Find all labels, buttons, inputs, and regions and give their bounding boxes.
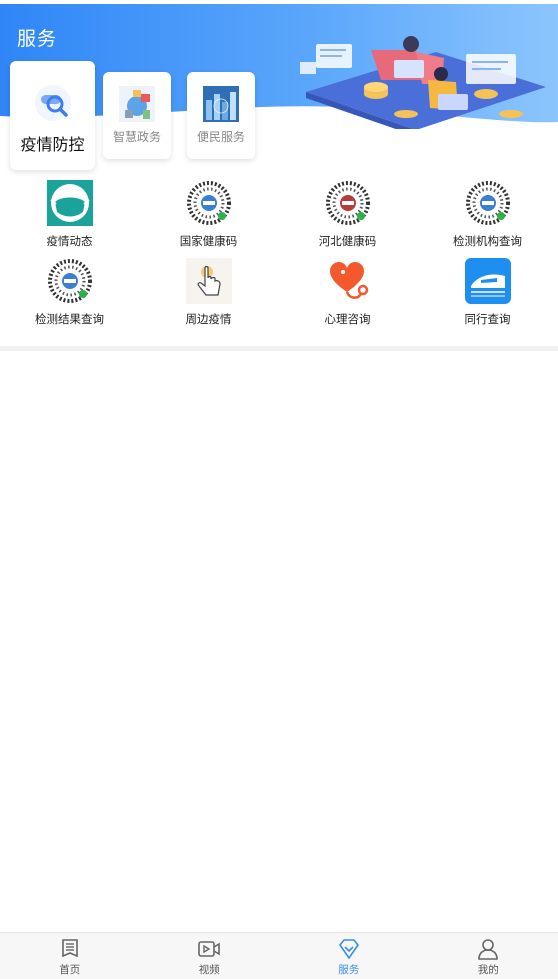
heart-stethoscope-icon [325,258,371,304]
tab-service[interactable]: 服务 [279,933,419,979]
tab-label: 首页 [59,962,80,977]
service-item-hebei-health-code[interactable]: 河北健康码 [278,180,417,249]
city-illustration-icon [203,86,239,122]
category-label: 疫情防控 [20,131,84,155]
user-icon [477,938,499,960]
service-label: 疫情动态 [47,233,93,249]
magnifier-icon [33,83,73,123]
service-item-co-travel[interactable]: 同行查询 [418,258,557,327]
category-label: 便民服务 [197,128,245,145]
service-label: 检测结果查询 [35,311,104,327]
section-divider [0,346,558,351]
train-icon [465,258,511,304]
service-item-nearby-epidemic[interactable]: 周边疫情 [139,258,278,327]
service-label: 周边疫情 [186,311,232,327]
service-item-test-result[interactable]: 检测结果查询 [0,258,139,327]
service-item-counseling[interactable]: 心理咨询 [278,258,417,327]
mini-program-code-icon [465,180,511,226]
tab-home[interactable]: 首页 [0,933,140,979]
service-label: 国家健康码 [180,233,238,249]
service-label: 河北健康码 [319,233,377,249]
tab-label: 服务 [338,962,359,977]
service-item-epidemic-news[interactable]: 疫情动态 [0,180,139,249]
office-illustration [296,32,558,129]
mask-icon [47,180,93,226]
video-icon [198,938,220,960]
category-card-epidemic[interactable]: 疫情防控 [10,61,95,170]
category-card-gov[interactable]: 智慧政务 [103,72,171,159]
hand-pointer-icon [186,258,232,304]
service-label: 心理咨询 [325,311,371,327]
gov-illustration-icon [119,86,155,122]
bottom-tab-bar: 首页 视频 服务 我的 [0,932,558,979]
tab-video[interactable]: 视频 [140,933,280,979]
mini-program-code-icon [47,258,93,304]
tab-mine[interactable]: 我的 [419,933,558,979]
service-label: 同行查询 [465,311,511,327]
page-title: 服务 [17,24,57,51]
category-label: 智慧政务 [113,128,161,145]
document-icon [59,938,81,960]
mini-program-code-icon [186,180,232,226]
mini-program-code-icon [325,180,371,226]
tab-label: 视频 [199,962,220,977]
tab-label: 我的 [478,962,499,977]
category-card-convenience[interactable]: 便民服务 [187,72,255,159]
service-item-national-health-code[interactable]: 国家健康码 [139,180,278,249]
service-item-testing-institution[interactable]: 检测机构查询 [418,180,557,249]
service-label: 检测机构查询 [453,233,522,249]
diamond-icon [338,938,360,960]
